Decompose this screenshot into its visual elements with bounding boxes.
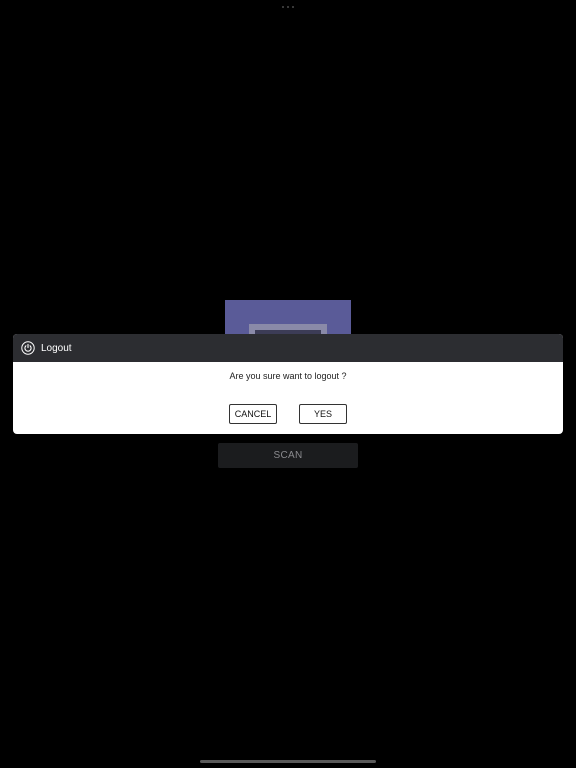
dot: [292, 6, 294, 8]
dot: [287, 6, 289, 8]
dialog-title: Logout: [41, 342, 72, 354]
home-indicator[interactable]: [200, 760, 376, 763]
power-icon: [21, 341, 35, 355]
dialog-header: Logout: [13, 334, 563, 362]
logout-dialog: Logout Are you sure want to logout ? CAN…: [13, 334, 563, 434]
scan-button[interactable]: SCAN: [218, 443, 358, 468]
yes-button[interactable]: YES: [299, 404, 347, 424]
cancel-button[interactable]: CANCEL: [229, 404, 277, 424]
app-screen: SCAN Logout Are you sure want to logout …: [0, 0, 576, 768]
dialog-actions: CANCEL YES: [13, 404, 563, 424]
dialog-message: Are you sure want to logout ?: [229, 371, 347, 381]
dot: [282, 6, 284, 8]
multitasking-dots[interactable]: [282, 6, 294, 8]
